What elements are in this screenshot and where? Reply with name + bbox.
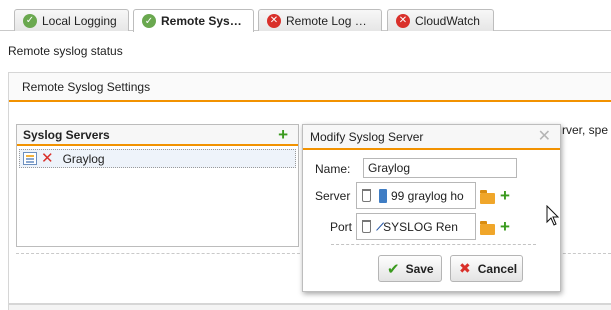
service-icon: ⁄: [377, 218, 383, 235]
name-label: Name:: [315, 162, 351, 176]
folder-icon[interactable]: [480, 190, 495, 204]
dialog-title: Modify Syslog Server: [310, 130, 424, 144]
plus-icon[interactable]: +: [500, 218, 510, 235]
close-icon: ✖: [459, 260, 471, 276]
list-item[interactable]: ✕ Graylog: [19, 149, 296, 168]
folder-icon[interactable]: [480, 221, 495, 235]
tab-remote-log[interactable]: ✕ Remote Log …: [258, 9, 382, 31]
port-label: Port: [330, 220, 353, 234]
divider: [331, 244, 536, 245]
server-picker[interactable]: 99 graylog ho: [356, 182, 476, 209]
tab-label: CloudWatch: [415, 13, 480, 28]
status-section-title: Remote syslog status: [8, 44, 123, 58]
error-circle-icon: ✕: [267, 13, 281, 28]
delete-icon[interactable]: ✕: [41, 151, 54, 166]
save-label: Save: [405, 261, 434, 276]
syslog-servers-list: Syslog Servers + ✕ Graylog: [16, 124, 299, 247]
check-circle-icon: ✓: [142, 14, 156, 28]
error-circle-icon: ✕: [396, 13, 410, 28]
edit-icon[interactable]: [23, 152, 37, 165]
dialog-header: Modify Syslog Server ✕: [303, 125, 560, 150]
close-icon[interactable]: ✕: [538, 125, 551, 149]
tab-label: Remote Sys…: [161, 14, 242, 28]
server-label: Server: [315, 189, 351, 203]
trash-icon[interactable]: [362, 189, 371, 202]
cancel-button[interactable]: ✖ Cancel: [450, 255, 523, 282]
server-host-icon: [379, 188, 387, 203]
syslog-servers-title: Syslog Servers: [23, 128, 110, 142]
mouse-cursor-icon: [546, 205, 560, 226]
tab-label: Remote Log …: [286, 13, 367, 28]
syslog-servers-header: Syslog Servers +: [17, 125, 298, 146]
server-name: Graylog: [62, 151, 105, 166]
port-picker[interactable]: ⁄ SYSLOG Ren: [356, 213, 476, 240]
save-button[interactable]: ✔ Save: [378, 255, 442, 282]
tab-remote-syslog[interactable]: ✓ Remote Sys…: [133, 9, 254, 32]
cancel-label: Cancel: [477, 261, 518, 276]
tab-local-logging[interactable]: ✓ Local Logging: [14, 9, 129, 31]
check-icon: ✔: [387, 260, 400, 278]
plus-icon[interactable]: +: [278, 126, 288, 143]
port-value: SYSLOG Ren: [383, 219, 458, 234]
modify-syslog-server-dialog: Modify Syslog Server ✕ Name: Server 99 g…: [302, 124, 561, 292]
tab-bar: ✓ Local Logging ✓ Remote Sys… ✕ Remote L…: [0, 0, 611, 32]
check-circle-icon: ✓: [23, 13, 37, 28]
trash-icon[interactable]: [362, 220, 371, 233]
next-panel-edge: [8, 304, 611, 310]
plus-icon[interactable]: +: [500, 187, 510, 204]
panel-title: Remote Syslog Settings: [9, 73, 611, 102]
name-field[interactable]: [363, 158, 517, 178]
tab-label: Local Logging: [42, 13, 117, 28]
server-value: 99 graylog ho: [391, 188, 464, 203]
tab-cloudwatch[interactable]: ✕ CloudWatch: [387, 9, 494, 31]
settings-description-text: rver, spe: [562, 123, 609, 137]
